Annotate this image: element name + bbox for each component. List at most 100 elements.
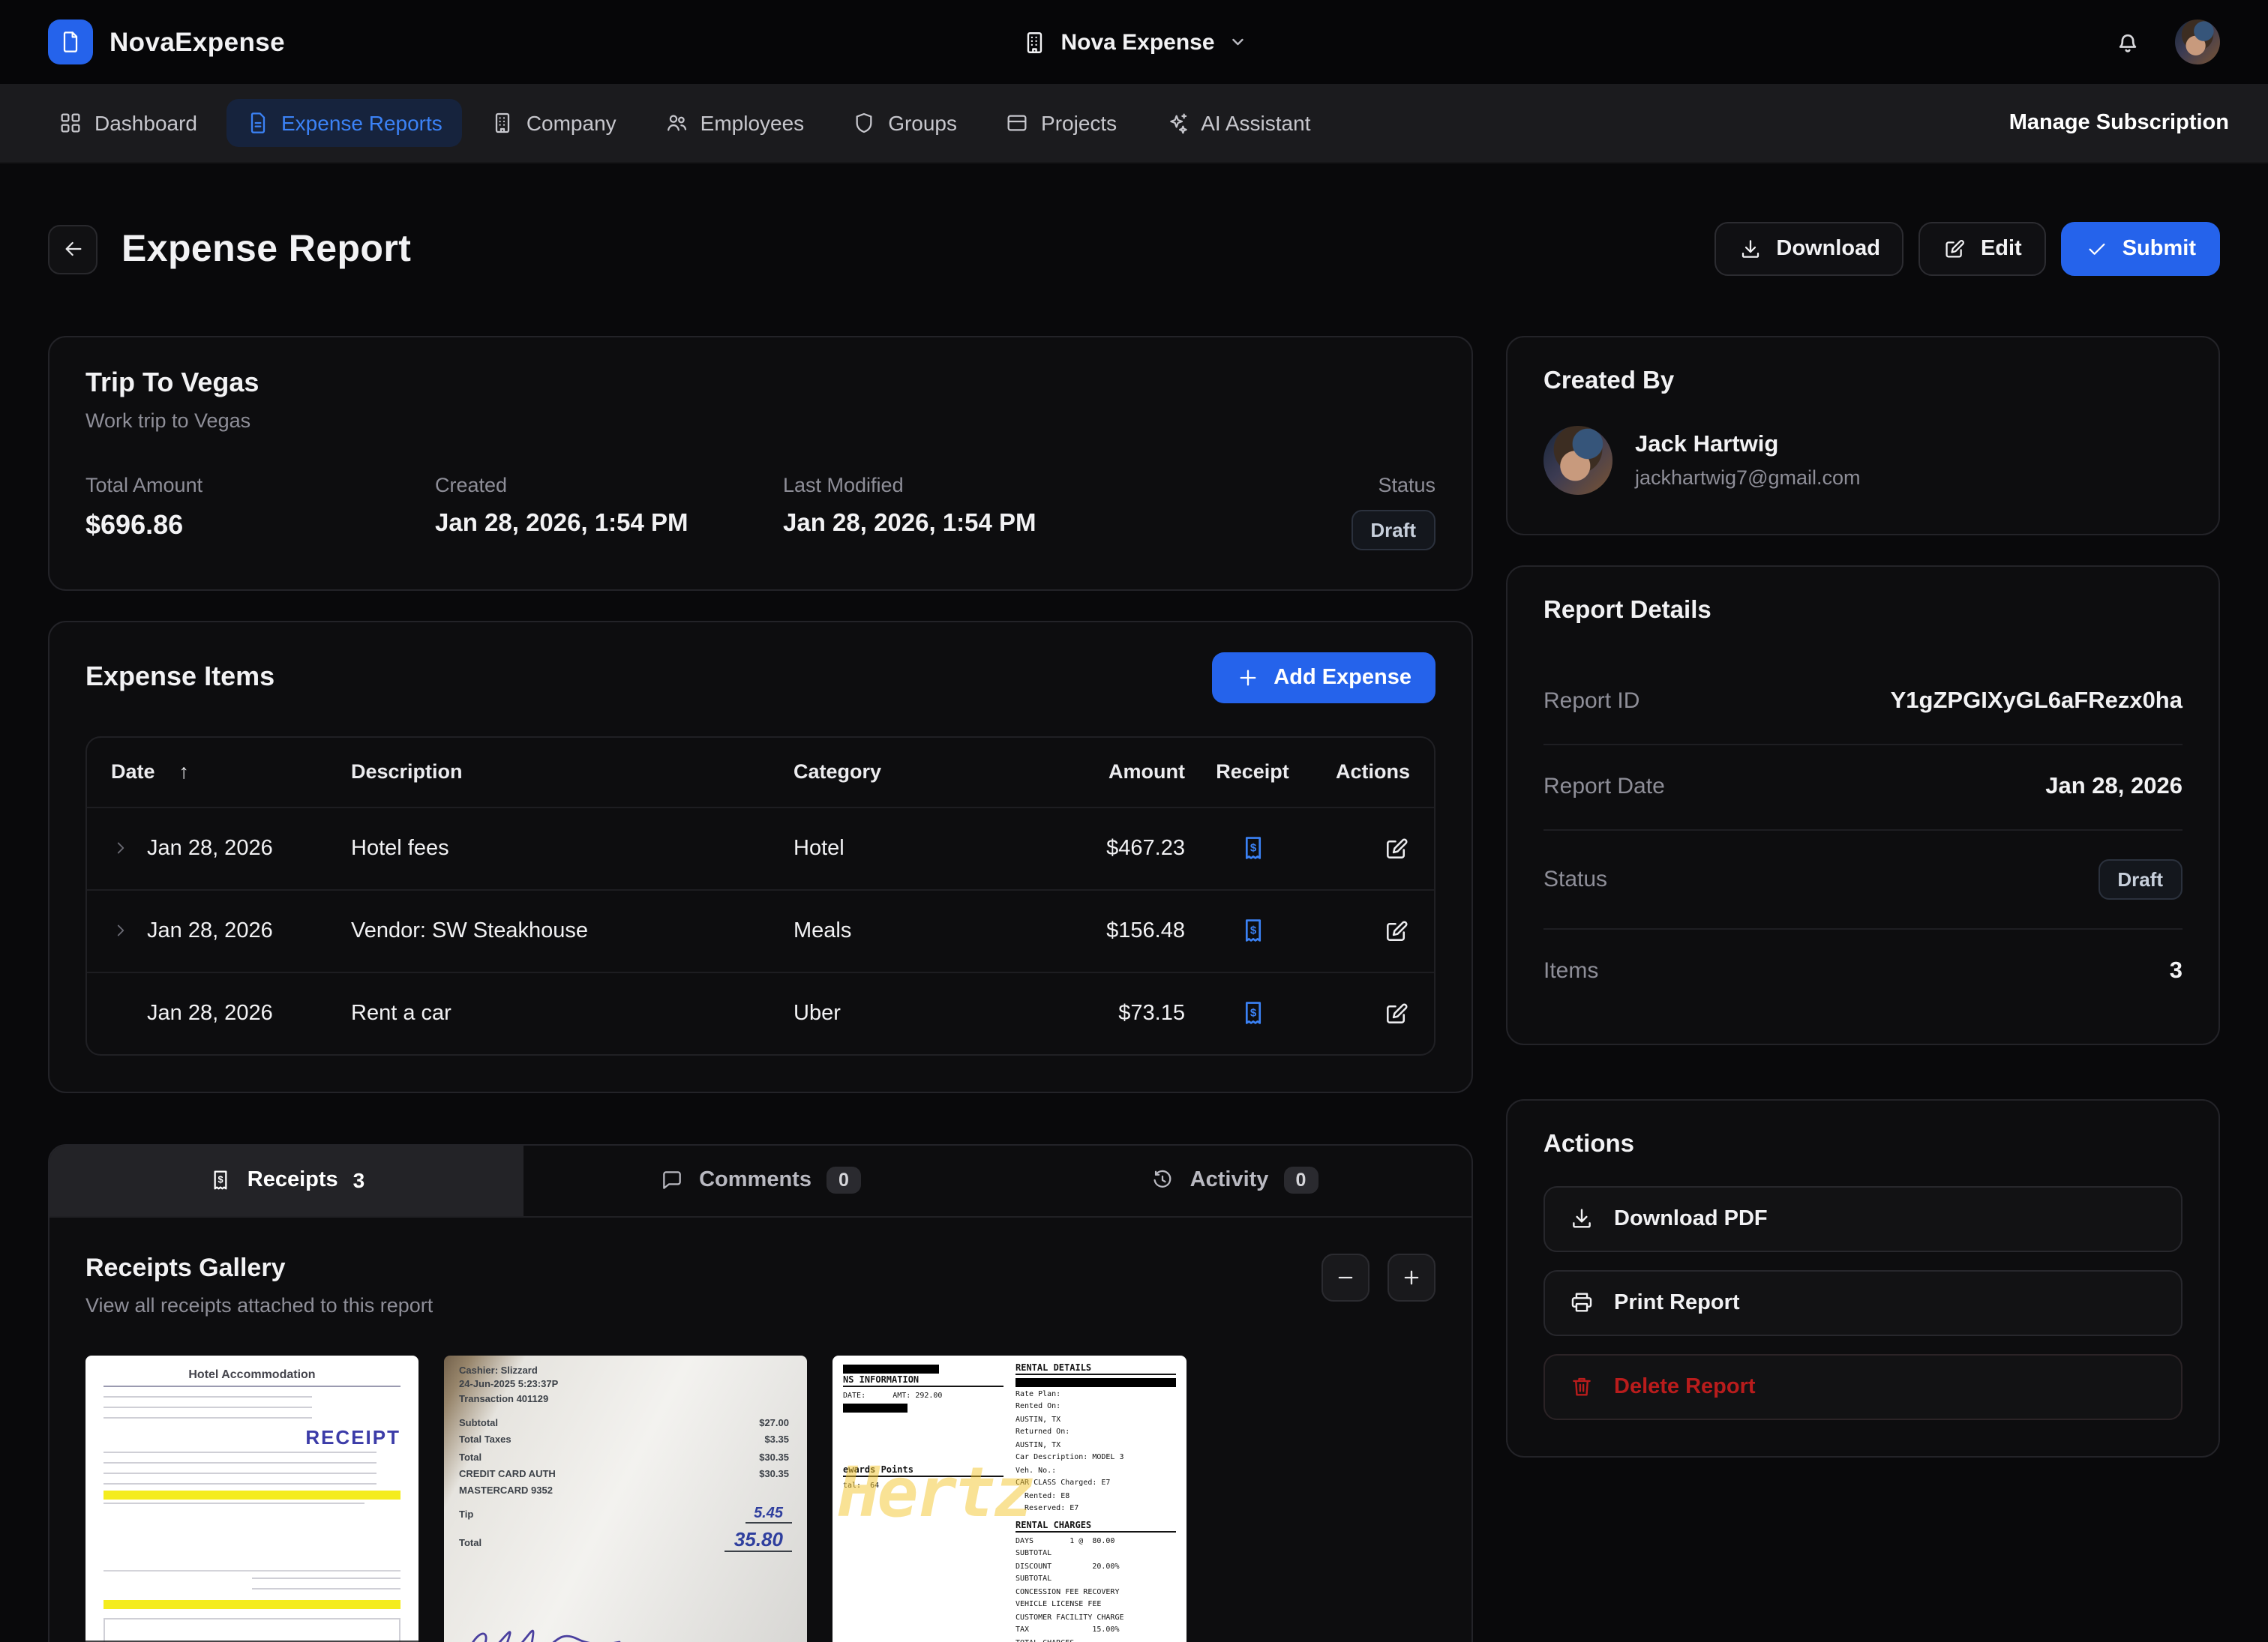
workspace-name: Nova Expense xyxy=(1060,29,1214,55)
delete-report-button[interactable]: Delete Report xyxy=(1544,1353,2182,1419)
manage-subscription-link[interactable]: Manage Subscription xyxy=(2009,111,2229,135)
receipt-thumbnail-hertz[interactable]: NS INFORMATION DATE: AMT: 292.00 ewards … xyxy=(832,1355,1186,1642)
bell-icon[interactable] xyxy=(2114,28,2142,56)
tab-activity[interactable]: Activity 0 xyxy=(998,1145,1472,1215)
signature xyxy=(459,1608,684,1642)
created-by-card: Created By Jack Hartwig jackhartwig7@gma… xyxy=(1506,335,2220,535)
trash-icon xyxy=(1569,1374,1594,1399)
nav-projects[interactable]: Projects xyxy=(986,99,1136,147)
report-details-title: Report Details xyxy=(1544,596,2182,625)
chevron-right-icon[interactable] xyxy=(111,838,130,858)
header-right xyxy=(2114,19,2220,64)
nav-expense-reports[interactable]: Expense Reports xyxy=(226,99,462,147)
report-details-list: Report ID Y1gZPGIXyGL6aFRezx0ha Report D… xyxy=(1544,655,2182,1013)
receipt-thumbnail-steakhouse[interactable]: Cashier: Slizzard 24-Jun-2025 5:23:37P T… xyxy=(444,1355,807,1642)
workspace-selector[interactable]: Nova Expense xyxy=(1022,29,1246,55)
download-pdf-button[interactable]: Download PDF xyxy=(1544,1185,2182,1251)
edit-row-icon[interactable] xyxy=(1383,999,1410,1026)
nav-company[interactable]: Company xyxy=(471,99,636,147)
receipt-thumbnail-hotel[interactable]: Hotel Accommodation RECEIPT xyxy=(86,1355,418,1642)
stat-value: $696.86 xyxy=(86,509,435,541)
nav-label: Dashboard xyxy=(94,111,197,135)
cell-date: Jan 28, 2026 xyxy=(147,836,273,860)
print-report-button[interactable]: Print Report xyxy=(1544,1269,2182,1335)
tab-count: 3 xyxy=(353,1168,365,1192)
detail-label: Report ID xyxy=(1544,688,1640,714)
receipt-amounts: Subtotal Total Taxes Total CREDIT CARD A… xyxy=(459,1416,792,1501)
back-button[interactable] xyxy=(48,225,98,274)
detail-value: 3 xyxy=(2170,957,2182,984)
edit-row-icon[interactable] xyxy=(1383,917,1410,944)
tab-receipts[interactable]: $ Receipts 3 xyxy=(50,1145,524,1215)
status-badge: Draft xyxy=(1351,509,1436,550)
panel-tabs: $ Receipts 3 Comments 0 Activity 0 xyxy=(50,1145,1472,1217)
tab-comments[interactable]: Comments 0 xyxy=(524,1145,998,1215)
stat-label: Last Modified xyxy=(783,473,1351,496)
grid-icon xyxy=(58,111,82,135)
table-row[interactable]: Jan 28, 2026 Hotel fees Hotel $467.23 $ xyxy=(87,806,1434,888)
stat-label: Created xyxy=(435,473,783,496)
submit-button[interactable]: Submit xyxy=(2061,223,2220,277)
cell-description: Rent a car xyxy=(351,1001,794,1025)
download-button[interactable]: Download xyxy=(1714,223,1904,277)
table-row[interactable]: Jan 28, 2026 Vendor: SW Steakhouse Meals… xyxy=(87,888,1434,971)
svg-text:$: $ xyxy=(218,1175,223,1185)
receipts-gallery: Receipts Gallery View all receipts attac… xyxy=(50,1217,1472,1642)
stat-modified: Last Modified Jan 28, 2026, 1:54 PM xyxy=(783,473,1351,550)
detail-row-report-id: Report ID Y1gZPGIXyGL6aFRezx0ha xyxy=(1544,655,2182,745)
add-expense-label: Add Expense xyxy=(1274,665,1412,689)
app-logo xyxy=(48,19,93,64)
trip-title: Trip To Vegas xyxy=(86,367,1436,398)
detail-row-status: Status Draft xyxy=(1544,830,2182,929)
title-buttons: Download Edit Submit xyxy=(1714,223,2220,277)
add-expense-button[interactable]: Add Expense xyxy=(1212,652,1436,703)
cell-category: Meals xyxy=(794,918,1012,942)
tab-count-badge: 0 xyxy=(1283,1167,1318,1194)
download-icon xyxy=(1738,238,1762,262)
edit-label: Edit xyxy=(1981,238,2022,262)
stat-value: Jan 28, 2026, 1:54 PM xyxy=(435,509,783,538)
receipt-icon[interactable]: $ xyxy=(1238,834,1267,862)
svg-text:$: $ xyxy=(1250,1006,1256,1019)
cell-description: Vendor: SW Steakhouse xyxy=(351,918,794,942)
cell-category: Uber xyxy=(794,1001,1012,1025)
sort-asc-icon[interactable]: ↑ xyxy=(179,760,190,783)
receipt-tip-row: Tip 5.45 xyxy=(459,1505,792,1523)
chevron-right-icon[interactable] xyxy=(111,921,130,940)
receipt-icon[interactable]: $ xyxy=(1238,916,1267,945)
cell-category: Hotel xyxy=(794,836,1012,860)
user-avatar[interactable] xyxy=(2175,19,2220,64)
created-by-title: Created By xyxy=(1544,367,2182,395)
nav-employees[interactable]: Employees xyxy=(645,99,824,147)
trip-stats: Total Amount $696.86 Created Jan 28, 202… xyxy=(86,473,1436,550)
tab-label: Activity xyxy=(1190,1168,1269,1192)
cell-amount: $156.48 xyxy=(1012,918,1185,942)
action-label: Print Report xyxy=(1614,1290,1740,1314)
table-header-row: Date↑ Description Category Amount Receip… xyxy=(87,737,1434,806)
stat-status: Status Draft xyxy=(1351,473,1436,550)
printer-icon xyxy=(1569,1290,1594,1315)
plus-icon xyxy=(1401,1266,1422,1287)
actions-card: Actions Download PDF Print Report Delete… xyxy=(1506,1098,2220,1457)
nav-ai-assistant[interactable]: AI Assistant xyxy=(1145,99,1330,147)
edit-button[interactable]: Edit xyxy=(1919,223,2046,277)
shield-icon xyxy=(852,111,876,135)
stat-value: Jan 28, 2026, 1:54 PM xyxy=(783,509,1351,538)
table-row[interactable]: Jan 28, 2026 Rent a car Uber $73.15 $ xyxy=(87,971,1434,1053)
stat-created: Created Jan 28, 2026, 1:54 PM xyxy=(435,473,783,550)
col-description: Description xyxy=(351,760,794,783)
edit-row-icon[interactable] xyxy=(1383,834,1410,861)
col-date[interactable]: Date xyxy=(111,760,155,783)
receipt-icon[interactable]: $ xyxy=(1238,999,1267,1027)
top-header: NovaExpense Nova Expense xyxy=(0,0,2268,84)
zoom-in-button[interactable] xyxy=(1388,1253,1436,1301)
cell-amount: $467.23 xyxy=(1012,836,1185,860)
detail-row-items: Items 3 xyxy=(1544,929,2182,1013)
stat-total-amount: Total Amount $696.86 xyxy=(86,473,435,550)
comment-icon xyxy=(660,1168,684,1192)
nav-groups[interactable]: Groups xyxy=(832,99,976,147)
nav-dashboard[interactable]: Dashboard xyxy=(39,99,217,147)
document-icon xyxy=(58,30,82,54)
creator-email: jackhartwig7@gmail.com xyxy=(1635,466,1861,488)
zoom-out-button[interactable] xyxy=(1322,1253,1370,1301)
